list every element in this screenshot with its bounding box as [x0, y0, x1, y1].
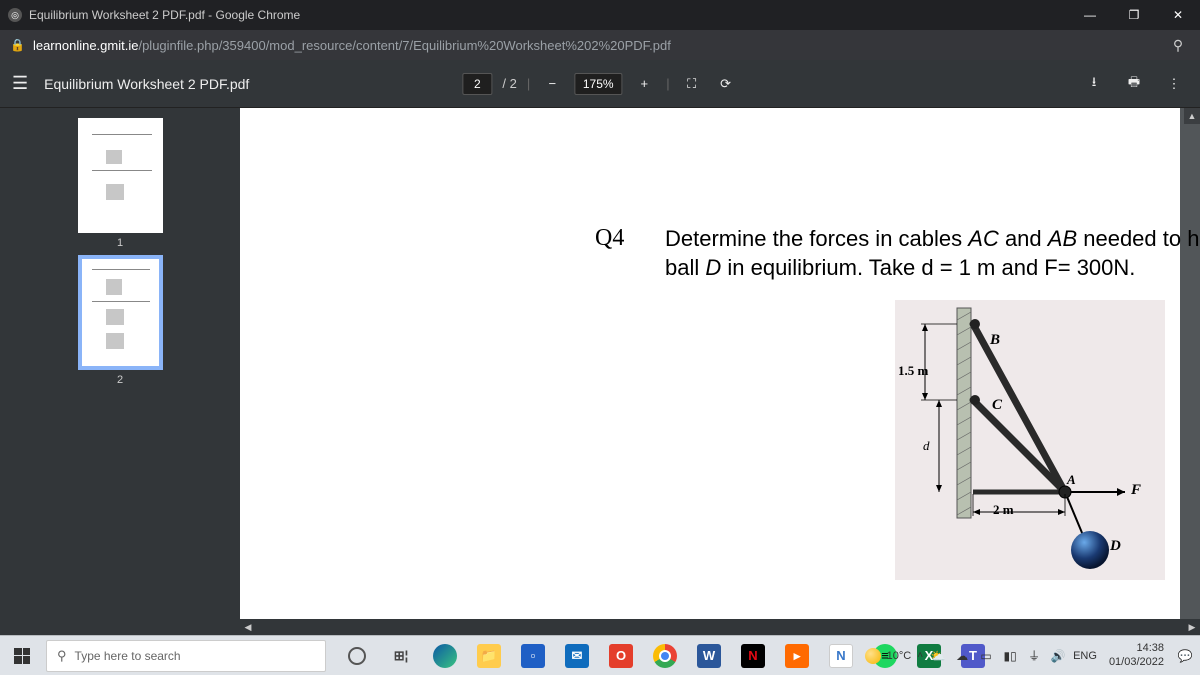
chrome-title-bar: ◎ Equilibrium Worksheet 2 PDF.pdf - Goog… [0, 0, 1200, 30]
tab-title: Equilibrium Worksheet 2 PDF.pdf - Google… [29, 8, 300, 22]
netflix-icon[interactable]: N [732, 636, 774, 675]
weather-icon[interactable] [865, 648, 881, 664]
maximize-button[interactable]: ❐ [1112, 0, 1156, 30]
taskbar-search[interactable]: ⚲ Type here to search [46, 640, 326, 672]
minimize-button[interactable]: ― [1068, 0, 1112, 30]
thumbnail-panel: 1 2 [0, 108, 240, 635]
office-icon[interactable]: O [600, 636, 642, 675]
meet-icon[interactable]: ▭ [977, 649, 995, 663]
task-view-icon[interactable]: ⊞¦ [380, 636, 422, 675]
store-icon[interactable]: ▫ [512, 636, 554, 675]
zoom-level-input[interactable]: 175% [574, 73, 622, 95]
cloud-icon[interactable]: ☁ [953, 649, 971, 663]
question-figure: B C A D F d 1.5 m 2 m [895, 300, 1165, 580]
fig-label-d: d [923, 438, 930, 454]
file-explorer-icon[interactable]: 📁 [468, 636, 510, 675]
address-bar: 🔒 learnonline.gmit.ie/pluginfile.php/359… [0, 30, 1200, 60]
thumbnail-1-label: 1 [78, 237, 163, 249]
current-page-input[interactable]: 2 [462, 73, 492, 95]
fig-label-C: C [992, 397, 1002, 414]
notifications-icon[interactable]: 💬 [1176, 649, 1194, 663]
fig-dim-2m: 2 m [993, 502, 1014, 518]
fig-label-B: B [990, 332, 1000, 349]
edge-icon[interactable] [424, 636, 466, 675]
notepad-icon[interactable]: N [820, 636, 862, 675]
rotate-button[interactable]: ⟳ [714, 72, 738, 96]
battery-icon[interactable]: ▮▯ [1001, 649, 1019, 663]
print-button[interactable]: 🖶 [1122, 72, 1146, 96]
clock[interactable]: 14:38 01/03/2022 [1109, 642, 1164, 668]
question-text: Determine the forces in cables AC and AB… [665, 225, 1200, 282]
scroll-left-button[interactable]: ◀ [240, 619, 256, 635]
page-viewport[interactable]: ▲ Q4 Determine the forces in cables AC a… [240, 108, 1200, 635]
pdf-toolbar: ☰ Equilibrium Worksheet 2 PDF.pdf 2 / 2 … [0, 60, 1200, 108]
thumbnail-2-label: 2 [78, 374, 163, 386]
question-label: Q4 [595, 225, 624, 252]
download-button[interactable]: ⭳ [1082, 72, 1106, 96]
fig-label-D: D [1110, 538, 1121, 555]
find-icon[interactable]: ⚲ [1164, 37, 1192, 54]
close-button[interactable]: ✕ [1156, 0, 1200, 30]
search-placeholder: Type here to search [75, 649, 181, 663]
search-icon: ⚲ [57, 648, 67, 664]
cortana-icon[interactable] [336, 636, 378, 675]
page-total: / 2 [502, 76, 516, 91]
more-options-button[interactable]: ⋮ [1162, 72, 1186, 96]
url-field[interactable]: learnonline.gmit.ie/pluginfile.php/35940… [33, 38, 671, 53]
scroll-right-button[interactable]: ▶ [1184, 619, 1200, 635]
fit-page-button[interactable]: ⛶ [680, 72, 704, 96]
lock-icon[interactable]: 🔒 [10, 38, 25, 52]
wifi-icon[interactable]: ⏚ [1025, 647, 1043, 664]
language-indicator[interactable]: ENG [1073, 650, 1097, 662]
thumbnail-1[interactable]: 1 [78, 118, 163, 249]
zoom-out-button[interactable]: − [540, 72, 564, 96]
word-icon[interactable]: W [688, 636, 730, 675]
app-icon-1[interactable]: ▸ [776, 636, 818, 675]
browser-tab[interactable]: ◎ Equilibrium Worksheet 2 PDF.pdf - Goog… [0, 0, 310, 30]
horizontal-scrollbar[interactable]: ◀ ▶ [240, 619, 1200, 635]
windows-taskbar: ⚲ Type here to search ⊞¦ 📁 ▫ ✉ O W N ▸ N… [0, 635, 1200, 675]
onedrive-icon[interactable]: ⛅ [929, 649, 947, 663]
thumbnail-2[interactable]: 2 [78, 255, 163, 386]
pdf-content-area: 1 2 ▲ Q4 Determine the forces in cables … [0, 108, 1200, 635]
system-tray: 10°C ˄ ⛅ ☁ ▭ ▮▯ ⏚ 🔊 ENG 14:38 01/03/2022… [865, 636, 1194, 675]
tab-favicon: ◎ [8, 8, 22, 22]
fig-label-A: A [1067, 472, 1076, 488]
pdf-page: Q4 Determine the forces in cables AC and… [240, 108, 1180, 635]
zoom-in-button[interactable]: + [632, 72, 656, 96]
weather-temp[interactable]: 10°C [887, 650, 912, 662]
fig-dim-1-5m: 1.5 m [898, 363, 928, 379]
tray-expand-button[interactable]: ˄ [917, 650, 923, 661]
menu-icon[interactable]: ☰ [12, 73, 28, 94]
chrome-icon[interactable] [644, 636, 686, 675]
mail-icon[interactable]: ✉ [556, 636, 598, 675]
fig-label-F: F [1131, 482, 1141, 499]
start-button[interactable] [0, 636, 44, 675]
scroll-up-button[interactable]: ▲ [1184, 108, 1200, 124]
volume-icon[interactable]: 🔊 [1049, 649, 1067, 663]
document-title: Equilibrium Worksheet 2 PDF.pdf [44, 76, 249, 92]
